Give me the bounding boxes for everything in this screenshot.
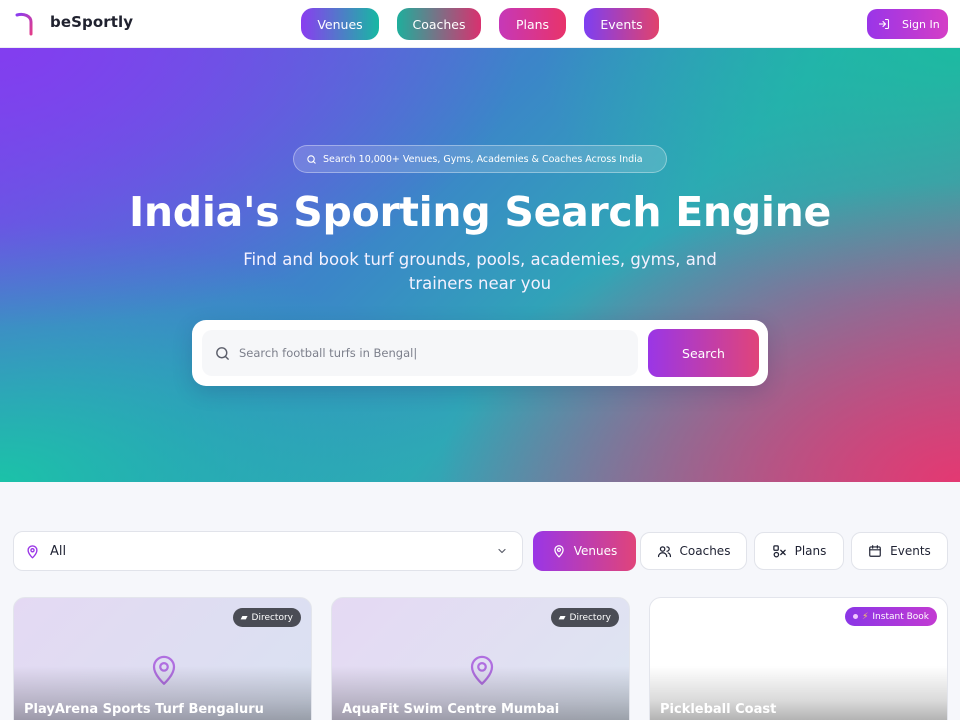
nav-venues-button[interactable]: Venues <box>301 8 379 40</box>
hero-section: Search 10,000+ Venues, Gyms, Academies &… <box>0 48 960 482</box>
chevron-down-icon <box>498 548 506 554</box>
nav-events-button[interactable]: Events <box>584 8 659 40</box>
location-pin-icon <box>554 545 564 558</box>
category-plans-label: Plans <box>794 544 827 558</box>
venue-card-title[interactable]: PlayArena Sports Turf Bengaluru <box>24 702 264 717</box>
venue-card-title[interactable]: AquaFit Swim Centre Mumbai <box>342 702 559 717</box>
venue-card[interactable]: ⚡ Instant Book Pickleball Coast <box>649 597 948 720</box>
badge-label: Directory <box>251 612 293 623</box>
search-input[interactable] <box>239 346 619 360</box>
location-select-value: All <box>50 543 67 559</box>
lightning-icon: ⚡ <box>862 611 869 622</box>
category-venues-label: Venues <box>573 544 618 558</box>
hero-search-panel: Search <box>192 320 768 386</box>
venue-card[interactable]: ▰ Directory PlayArena Sports Turf Bengal… <box>13 597 312 720</box>
location-pin-icon <box>27 544 38 558</box>
search-icon <box>307 154 316 164</box>
venue-card-title[interactable]: Pickleball Coast <box>660 702 776 717</box>
sign-in-label: Sign In <box>902 17 940 31</box>
folder-icon: ▰ <box>558 612 566 623</box>
search-button[interactable]: Search <box>648 329 759 377</box>
users-icon <box>657 545 671 557</box>
plans-icon <box>772 544 786 557</box>
search-icon <box>216 346 229 360</box>
venue-card[interactable]: ▰ Directory AquaFit Swim Centre Mumbai <box>331 597 630 720</box>
hero-tagline-pill: Search 10,000+ Venues, Gyms, Academies &… <box>293 145 667 173</box>
category-plans-button[interactable]: Plans <box>754 532 844 570</box>
brand-logo-icon[interactable] <box>14 12 36 36</box>
search-box[interactable] <box>202 330 638 376</box>
top-header: beSportly Venues Coaches Plans Events Si… <box>0 0 960 48</box>
category-events-button[interactable]: Events <box>851 532 948 570</box>
category-events-label: Events <box>890 544 931 558</box>
instant-book-badge: ⚡ Instant Book <box>845 607 937 626</box>
nav-plans-button[interactable]: Plans <box>499 8 566 40</box>
badge-label: Directory <box>569 612 611 623</box>
calendar-icon <box>869 545 882 557</box>
sign-in-icon <box>878 18 890 30</box>
hero-tagline-text: Search 10,000+ Venues, Gyms, Academies &… <box>323 153 643 165</box>
hero-subtitle: Find and book turf grounds, pools, acade… <box>243 250 717 293</box>
brand-name[interactable]: beSportly <box>50 13 133 31</box>
hero-title: India's Sporting Search Engine <box>128 188 832 236</box>
sign-in-button[interactable]: Sign In <box>867 9 948 39</box>
status-dot-icon <box>853 614 859 619</box>
category-coaches-label: Coaches <box>679 544 731 558</box>
directory-badge: ▰ Directory <box>232 608 301 627</box>
nav-coaches-button[interactable]: Coaches <box>397 8 481 40</box>
category-coaches-button[interactable]: Coaches <box>640 532 747 570</box>
badge-label: Instant Book <box>872 611 929 622</box>
category-venues-button[interactable]: Venues <box>533 531 636 571</box>
directory-badge: ▰ Directory <box>550 608 619 627</box>
folder-icon: ▰ <box>240 612 248 623</box>
location-select[interactable]: All <box>13 531 523 571</box>
